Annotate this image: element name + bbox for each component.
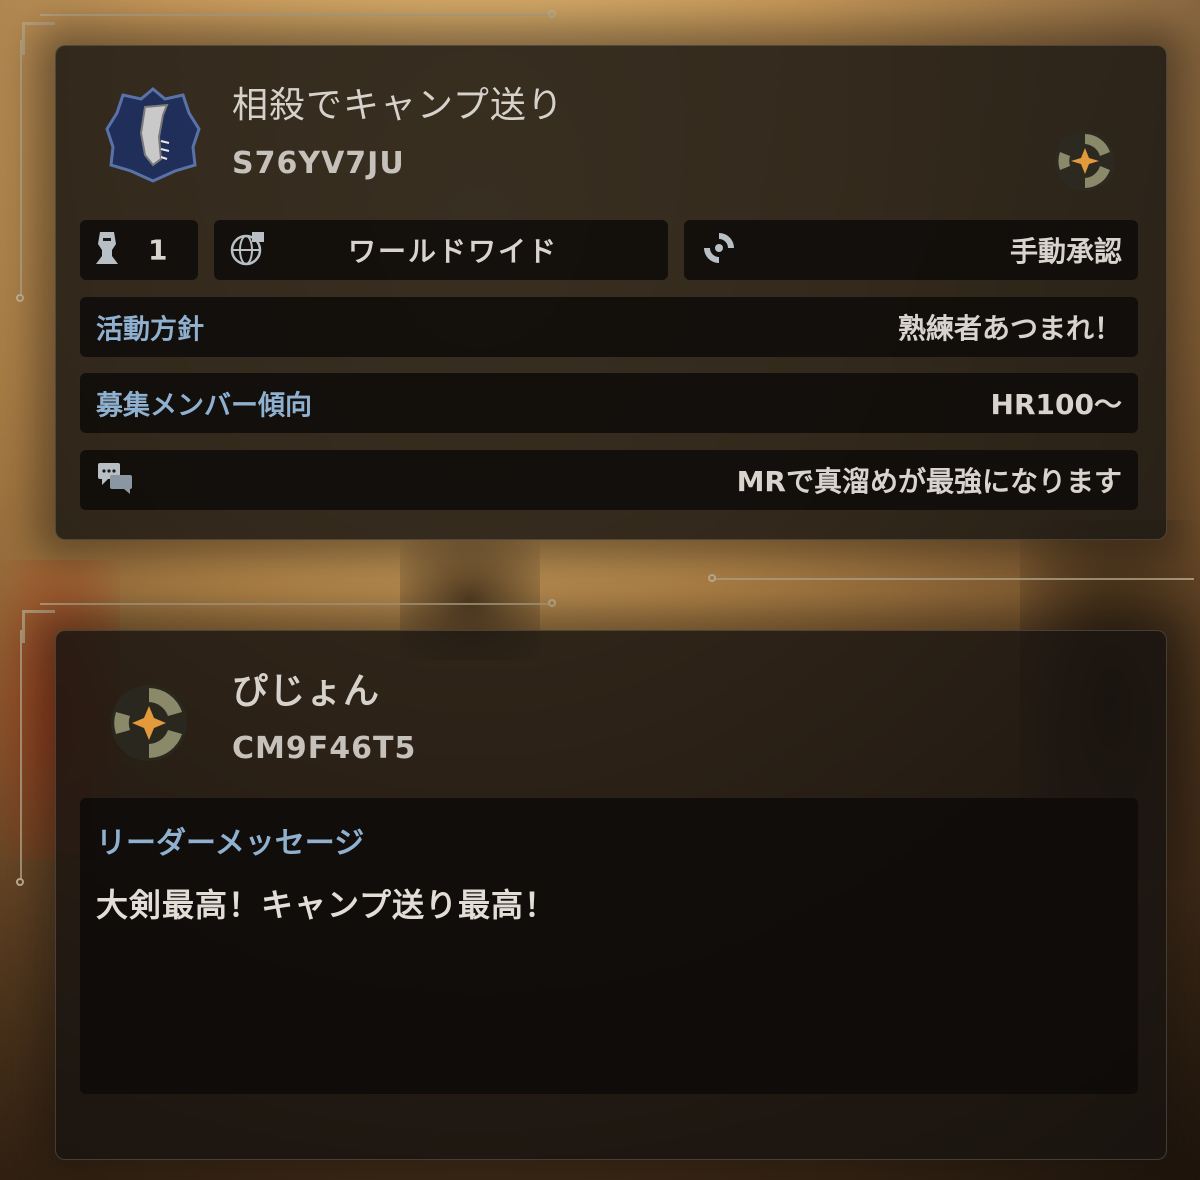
member-tendency-label: 募集メンバー傾向 — [96, 390, 312, 422]
leader-message-label: リーダーメッセージ — [96, 826, 365, 861]
party-title: 相殺でキャンプ送り — [232, 85, 564, 126]
member-tendency-value: HR100～ — [990, 388, 1122, 421]
member-tendency-row: 募集メンバー傾向 HR100～ — [80, 373, 1138, 433]
frame-line-right — [714, 578, 1194, 580]
frame-dot-bottom-left — [16, 878, 24, 886]
globe-icon — [230, 230, 266, 270]
frame-dot-top — [548, 10, 556, 18]
frame-dot-bottom-top — [548, 599, 556, 607]
frame-line-bottom-left — [20, 630, 22, 880]
approval-value: 手動承認 — [1009, 235, 1122, 268]
leader-message-box: リーダーメッセージ 大剣最高！キャンプ送り最高！ — [80, 798, 1138, 1094]
policy-value: 熟練者あつまれ！ — [897, 312, 1122, 345]
comment-value: MRで真溜めが最強になります — [736, 465, 1122, 498]
member-count-value: 1 — [148, 233, 168, 267]
frame-corner-bottom — [22, 610, 55, 643]
star-rank-icon — [1052, 128, 1118, 194]
member-icon — [94, 230, 120, 270]
region-value: ワールドワイド — [348, 235, 559, 268]
member-count-box: 1 — [80, 220, 198, 280]
frame-line-top — [40, 14, 550, 16]
policy-label: 活動方針 — [96, 314, 204, 346]
frame-line-left — [20, 40, 22, 296]
frame-dot-right — [708, 574, 716, 582]
leader-code: CM9F46T5 — [232, 731, 417, 766]
frame-corner-top — [22, 22, 55, 55]
region-box: ワールドワイド — [214, 220, 668, 280]
approval-cycle-icon — [700, 229, 738, 271]
policy-row: 活動方針 熟練者あつまれ！ — [80, 297, 1138, 357]
comment-row: MRで真溜めが最強になります — [80, 450, 1138, 510]
approval-box: 手動承認 — [684, 220, 1138, 280]
leader-name: ぴじょん — [232, 671, 381, 712]
star-rank-icon — [108, 682, 190, 764]
party-code: S76YV7JU — [232, 146, 405, 181]
frame-dot-left — [16, 294, 24, 302]
chat-bubbles-icon — [96, 461, 134, 499]
greatsword-shield-emblem-icon — [105, 85, 201, 183]
leader-message-text: 大剣最高！キャンプ送り最高！ — [96, 886, 558, 924]
frame-line-bottom-top — [40, 603, 550, 605]
